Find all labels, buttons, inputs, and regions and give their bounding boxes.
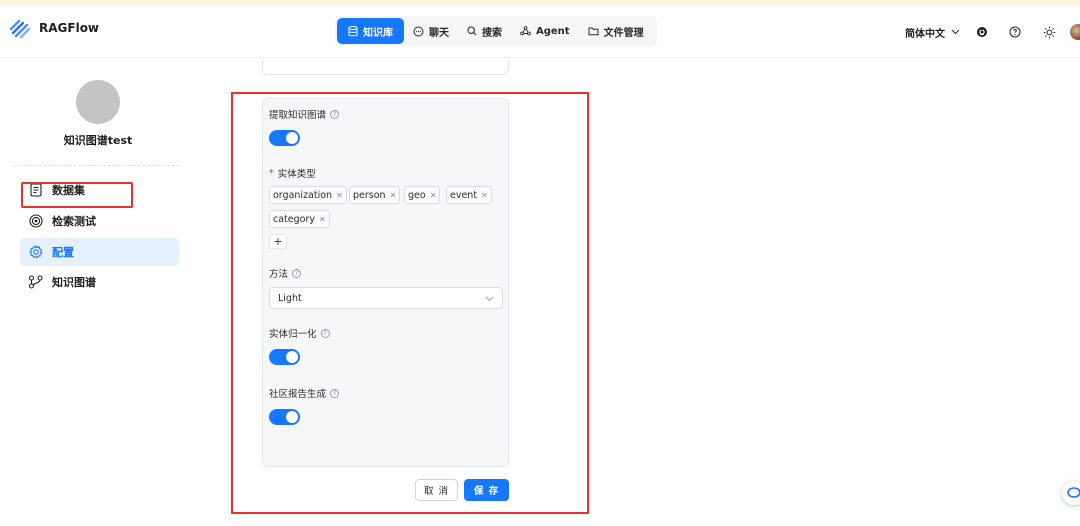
help-icon[interactable]: ? <box>330 388 340 398</box>
method-label: 方法 ? <box>269 266 302 280</box>
help-icon[interactable]: ? <box>292 268 302 278</box>
nav-knowledge-base[interactable]: 知识库 <box>337 18 404 44</box>
entity-tag[interactable]: person ✕ <box>349 186 401 204</box>
language-select[interactable]: 简体中文 <box>905 25 960 40</box>
add-entity-type-button[interactable]: + <box>269 234 287 249</box>
sidebar-item-retrieval-test[interactable]: 检索测试 <box>20 207 179 235</box>
extract-kg-label: 提取知识图谱 ? <box>269 107 340 121</box>
close-icon[interactable]: ✕ <box>481 191 488 200</box>
chevron-down-icon <box>951 27 960 38</box>
entity-types-label: * 实体类型 <box>269 166 316 181</box>
sidebar-item-label: 配置 <box>52 246 74 259</box>
extract-kg-toggle[interactable] <box>269 130 300 146</box>
entity-types-label-text: 实体类型 <box>277 169 316 180</box>
nav-label: 文件管理 <box>603 27 644 39</box>
close-icon[interactable]: ✕ <box>336 191 343 200</box>
entity-resolution-toggle[interactable] <box>269 349 300 365</box>
community-report-label: 社区报告生成 ? <box>269 386 340 400</box>
previous-section-card <box>262 58 509 75</box>
graph-icon <box>28 274 44 290</box>
community-report-toggle[interactable] <box>269 409 300 425</box>
nav-agent[interactable]: Agent <box>511 18 579 44</box>
help-icon[interactable] <box>1007 24 1023 40</box>
community-report-label-text: 社区报告生成 <box>269 389 327 400</box>
target-icon <box>28 213 44 229</box>
kg-config-form: 提取知识图谱 ? * 实体类型 organization ✕ person ✕ ge… <box>262 98 509 467</box>
entity-tag[interactable]: organization ✕ <box>269 186 347 204</box>
entity-resolution-label-text: 实体归一化 <box>269 329 317 340</box>
method-label-text: 方法 <box>269 269 289 280</box>
toggle-knob <box>286 411 298 423</box>
sidebar-divider <box>14 165 180 166</box>
tag-label: category <box>273 213 315 225</box>
nav-label: 搜索 <box>482 27 502 39</box>
tag-label: organization <box>273 189 333 201</box>
main-nav: 知识库 聊天 搜索 Agent 文件管理 <box>335 16 657 46</box>
entity-resolution-label: 实体归一化 ? <box>269 326 330 340</box>
language-label: 简体中文 <box>905 29 945 40</box>
entity-tag[interactable]: event ✕ <box>446 186 492 204</box>
gear-icon <box>28 244 44 260</box>
chevron-down-icon <box>485 294 494 305</box>
search-icon <box>467 26 477 36</box>
help-icon[interactable]: ? <box>330 109 340 119</box>
nav-label: 知识库 <box>363 27 393 39</box>
tag-label: event <box>450 189 478 201</box>
database-icon <box>348 25 358 37</box>
help-icon[interactable]: ? <box>320 328 330 338</box>
theme-sun-icon[interactable] <box>1041 24 1057 40</box>
sidebar-item-label: 检索测试 <box>52 215 96 228</box>
nav-file-management[interactable]: 文件管理 <box>579 18 653 44</box>
extract-kg-label-text: 提取知识图谱 <box>269 110 327 121</box>
agent-graph-icon <box>520 26 531 36</box>
close-icon[interactable]: ✕ <box>390 191 397 200</box>
tag-label: geo <box>408 189 426 201</box>
highlight-box-config <box>21 182 133 208</box>
entity-tag[interactable]: category ✕ <box>269 210 330 228</box>
ragflow-logo-icon[interactable] <box>9 17 31 39</box>
method-value: Light <box>278 292 302 304</box>
chat-icon <box>413 26 424 37</box>
kb-name: 知识图谱test <box>63 134 133 147</box>
github-icon[interactable] <box>974 24 990 40</box>
nav-label: 聊天 <box>429 27 449 39</box>
nav-search[interactable]: 搜索 <box>458 18 511 44</box>
nav-label: Agent <box>536 25 570 37</box>
method-select[interactable]: Light <box>269 287 503 309</box>
sidebar-item-label: 知识图谱 <box>52 276 96 289</box>
tag-label: person <box>353 189 386 201</box>
toggle-knob <box>286 132 298 144</box>
brand-name[interactable]: RAGFlow <box>39 21 99 35</box>
close-icon[interactable]: ✕ <box>319 215 326 224</box>
top-header: RAGFlow 知识库 聊天 搜索 Agent 文件管理 简体中文 <box>0 6 1080 58</box>
chat-bubble-icon <box>1067 484 1080 503</box>
toggle-knob <box>286 351 298 363</box>
kb-sidebar: 知识图谱test 数据集 检索测试 配置 知识图谱 <box>0 58 190 526</box>
save-button[interactable]: 保 存 <box>464 479 509 501</box>
sidebar-item-knowledge-graph[interactable]: 知识图谱 <box>20 268 179 296</box>
floating-assistant-button[interactable] <box>1062 481 1080 505</box>
close-icon[interactable]: ✕ <box>430 191 437 200</box>
kb-avatar <box>76 80 120 124</box>
nav-chat[interactable]: 聊天 <box>404 18 458 44</box>
entity-tag[interactable]: geo ✕ <box>404 186 441 204</box>
cancel-button[interactable]: 取 消 <box>415 479 458 501</box>
folder-icon <box>588 26 599 36</box>
sidebar-item-config[interactable]: 配置 <box>20 238 179 266</box>
user-avatar[interactable] <box>1070 24 1080 40</box>
required-marker: * <box>269 167 274 179</box>
